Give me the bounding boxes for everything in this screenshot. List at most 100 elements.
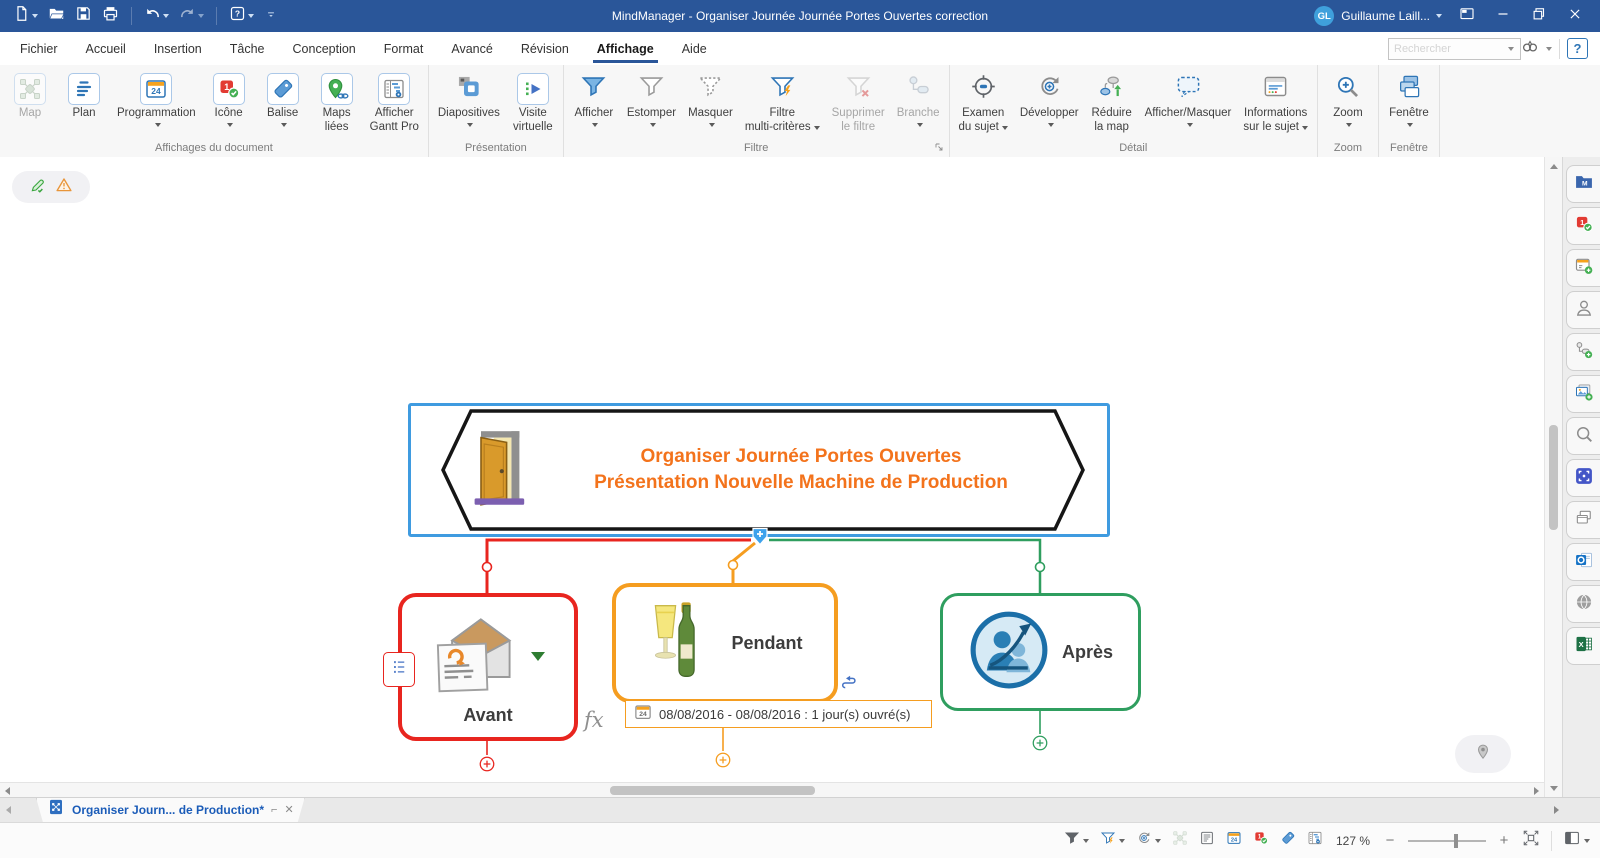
- plan-button[interactable]: Plan: [57, 68, 111, 122]
- status-outline-view-button[interactable]: [1199, 830, 1215, 851]
- ribbon-tab-accueil[interactable]: Accueil: [72, 35, 140, 62]
- restore-button[interactable]: [1528, 5, 1550, 27]
- zoom-out-button[interactable]: −: [1383, 832, 1397, 849]
- topic-apres[interactable]: Après: [940, 593, 1141, 711]
- diapositives-button[interactable]: Diapositives: [432, 68, 506, 130]
- search-dropdown-icon[interactable]: [1508, 47, 1514, 51]
- task-pane-tab-map-markers[interactable]: 1: [1566, 207, 1600, 245]
- developper-button[interactable]: Développer: [1014, 68, 1085, 130]
- ribbon-tab-tâche[interactable]: Tâche: [216, 35, 279, 62]
- status-icons-view-button[interactable]: 1: [1253, 830, 1269, 851]
- map-canvas[interactable]: Organiser Journée Portes Ouvertes Présen…: [0, 157, 1544, 782]
- help-button[interactable]: ?: [226, 3, 257, 29]
- ribbon-tab-conception[interactable]: Conception: [279, 35, 370, 62]
- minimize-button[interactable]: [1492, 5, 1514, 27]
- task-pane-tab-excel[interactable]: X: [1566, 627, 1600, 665]
- fenetre-button[interactable]: Fenêtre: [1382, 68, 1436, 130]
- task-pane-tab-outlook[interactable]: [1566, 543, 1600, 581]
- find-options-chevron-icon[interactable]: [1546, 47, 1552, 51]
- add-subtopic-pendant[interactable]: [714, 751, 732, 769]
- central-topic[interactable]: Organiser Journée Portes Ouvertes Présen…: [408, 403, 1110, 537]
- maps-liees-button[interactable]: Mapsliées: [310, 68, 364, 135]
- add-subtopic-apres[interactable]: [1031, 734, 1049, 752]
- task-pane-tab-task-info[interactable]: [1566, 249, 1600, 287]
- task-pane-tab-web[interactable]: [1566, 585, 1600, 623]
- undo-button[interactable]: [141, 3, 172, 29]
- horizontal-scroll-thumb[interactable]: [610, 786, 815, 795]
- vertical-scrollbar[interactable]: [1544, 157, 1562, 797]
- topic-pendant[interactable]: Pendant: [612, 583, 838, 703]
- status-filter-button[interactable]: [1064, 830, 1089, 851]
- fit-map-button[interactable]: [1522, 829, 1540, 852]
- reduire-la-map-button[interactable]: Réduirela map: [1085, 68, 1139, 135]
- task-pane-tab-focus[interactable]: [1566, 459, 1600, 497]
- layout-preview-button[interactable]: [1456, 5, 1478, 27]
- afficher-masquer-button[interactable]: Afficher/Masquer: [1139, 68, 1238, 130]
- ribbon-tab-format[interactable]: Format: [370, 35, 438, 62]
- task-pane-tab-snippets[interactable]: [1566, 501, 1600, 539]
- afficher-button[interactable]: Afficher: [567, 68, 621, 130]
- examen-du-sujet-button[interactable]: Examendu sujet: [953, 68, 1014, 135]
- topic-notes-button[interactable]: [383, 652, 415, 687]
- ribbon-tab-fichier[interactable]: Fichier: [6, 35, 72, 62]
- open-button[interactable]: [45, 3, 68, 29]
- status-power-filter-button[interactable]: [1100, 830, 1125, 851]
- ribbon-tab-avancé[interactable]: Avancé: [437, 35, 506, 62]
- relationship-icon[interactable]: [840, 673, 858, 696]
- save-button[interactable]: [72, 3, 95, 29]
- masquer-button[interactable]: Masquer: [682, 68, 739, 130]
- float-window-icon[interactable]: ⌐: [271, 804, 277, 816]
- ribbon-tab-aide[interactable]: Aide: [668, 35, 721, 62]
- task-pane-tab-search[interactable]: [1566, 417, 1600, 455]
- close-tab-icon[interactable]: ✕: [284, 803, 293, 816]
- zoom-slider[interactable]: [1408, 833, 1486, 849]
- help-button[interactable]: ?: [1567, 38, 1588, 59]
- vertical-scroll-thumb[interactable]: [1549, 425, 1558, 530]
- add-subtopic-avant[interactable]: [478, 755, 496, 773]
- balise-button[interactable]: Balise: [256, 68, 310, 130]
- map-status-pill[interactable]: [12, 171, 90, 203]
- add-subtopic-badge[interactable]: [751, 527, 769, 550]
- close-button[interactable]: [1564, 5, 1586, 27]
- new-document-button[interactable]: [10, 3, 41, 29]
- afficher-gantt-pro-button[interactable]: AfficherGantt Pro: [364, 68, 425, 135]
- zoom-button[interactable]: Zoom: [1321, 68, 1375, 130]
- task-pane-tab-map-parts[interactable]: [1566, 333, 1600, 371]
- scroll-down-button[interactable]: [1545, 779, 1563, 797]
- zoom-in-button[interactable]: +: [1497, 832, 1511, 849]
- status-schedule-view-button[interactable]: 24: [1226, 830, 1242, 851]
- search-input[interactable]: [1388, 38, 1521, 60]
- redo-button[interactable]: [176, 3, 207, 29]
- informations-sur-le-sujet-button[interactable]: Informationssur le sujet: [1237, 68, 1314, 135]
- dialog-launcher-button[interactable]: [932, 140, 946, 154]
- task-pane-toggle[interactable]: [1563, 829, 1590, 852]
- horizontal-scrollbar[interactable]: [0, 782, 1544, 797]
- scroll-left-button[interactable]: [0, 783, 15, 798]
- ribbon-tab-affichage[interactable]: Affichage: [583, 35, 668, 62]
- status-develop-button[interactable]: [1136, 830, 1161, 851]
- print-button[interactable]: [99, 3, 122, 29]
- customize-quick-access-button[interactable]: [261, 5, 281, 28]
- programmation-button[interactable]: 24Programmation: [111, 68, 202, 130]
- task-pane-tab-library-images[interactable]: [1566, 375, 1600, 413]
- task-pane-tab-resources[interactable]: [1566, 291, 1600, 329]
- tabs-scroll-left-button[interactable]: [0, 806, 16, 814]
- task-info-strip[interactable]: 24 08/08/2016 - 08/08/2016 : 1 jour(s) o…: [625, 700, 932, 728]
- map-location-button[interactable]: [1455, 735, 1511, 773]
- account-menu[interactable]: GL Guillaume Laill...: [1314, 6, 1442, 26]
- status-tags-view-button[interactable]: [1280, 830, 1296, 851]
- document-tab[interactable]: Organiser Journ... de Production* ⌐ ✕: [36, 798, 305, 823]
- scroll-up-button[interactable]: [1545, 157, 1563, 175]
- zoom-slider-handle[interactable]: [1454, 834, 1458, 848]
- scroll-right-button[interactable]: [1529, 783, 1544, 798]
- task-pane-tab-mindmanager-files[interactable]: M: [1566, 165, 1600, 203]
- icone-button[interactable]: 1Icône: [202, 68, 256, 130]
- status-gantt-view-button[interactable]: [1307, 830, 1323, 851]
- tabs-scroll-right-button[interactable]: [1548, 806, 1564, 814]
- visite-virtuelle-button[interactable]: Visitevirtuelle: [506, 68, 560, 135]
- filtre-multi-criteres-button[interactable]: Filtremulti-critères: [739, 68, 826, 135]
- topic-avant[interactable]: Avant: [398, 593, 578, 741]
- estomper-button[interactable]: Estomper: [621, 68, 682, 130]
- binoculars-icon[interactable]: [1521, 37, 1539, 60]
- ribbon-tab-insertion[interactable]: Insertion: [140, 35, 216, 62]
